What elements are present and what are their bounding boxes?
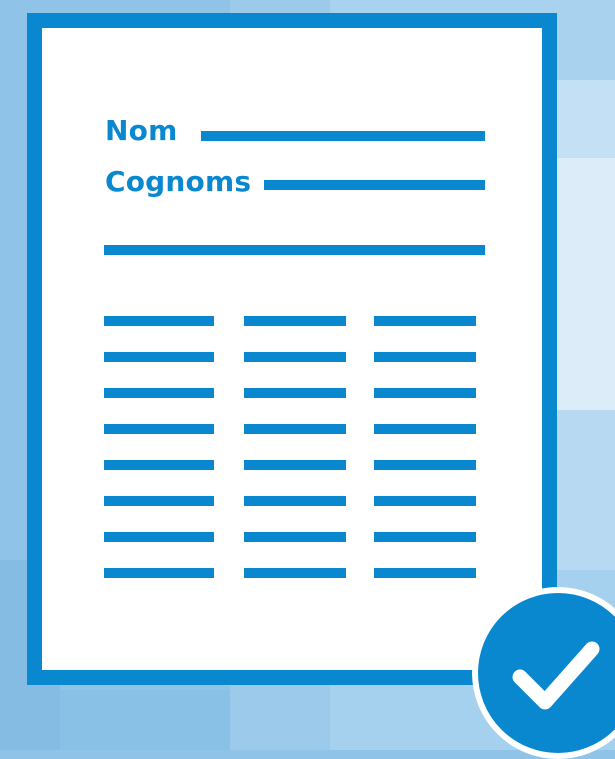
- table-cell-line: [104, 568, 214, 578]
- table-cell-line: [374, 532, 476, 542]
- table-cell-line: [104, 532, 214, 542]
- table-cell-line: [104, 424, 214, 434]
- background-tile: [60, 690, 230, 750]
- table-cell-line: [104, 496, 214, 506]
- table-cell-line: [244, 460, 346, 470]
- table-cell-line: [374, 352, 476, 362]
- table-cell-line: [244, 388, 346, 398]
- check-icon: [512, 641, 600, 710]
- name-field-line: [201, 131, 485, 141]
- table-cell-line: [374, 460, 476, 470]
- document: Nom Cognoms: [27, 13, 557, 685]
- table-cell-line: [374, 316, 476, 326]
- table-cell-line: [104, 460, 214, 470]
- table-cell-line: [244, 424, 346, 434]
- table-cell-line: [104, 352, 214, 362]
- table-cell-line: [244, 532, 346, 542]
- table-cell-line: [244, 568, 346, 578]
- table-cell-line: [374, 496, 476, 506]
- table-cell-line: [374, 424, 476, 434]
- surname-label: Cognoms: [105, 165, 252, 198]
- table-cell-line: [374, 388, 476, 398]
- table-cell-line: [374, 568, 476, 578]
- surname-field-line: [264, 180, 485, 190]
- name-label: Nom: [105, 114, 178, 147]
- table-cell-line: [104, 316, 214, 326]
- table-cell-line: [244, 352, 346, 362]
- table-cell-line: [244, 316, 346, 326]
- table-cell-line: [104, 388, 214, 398]
- table-cell-line: [244, 496, 346, 506]
- separator-line: [104, 245, 485, 255]
- check-badge: [472, 587, 615, 759]
